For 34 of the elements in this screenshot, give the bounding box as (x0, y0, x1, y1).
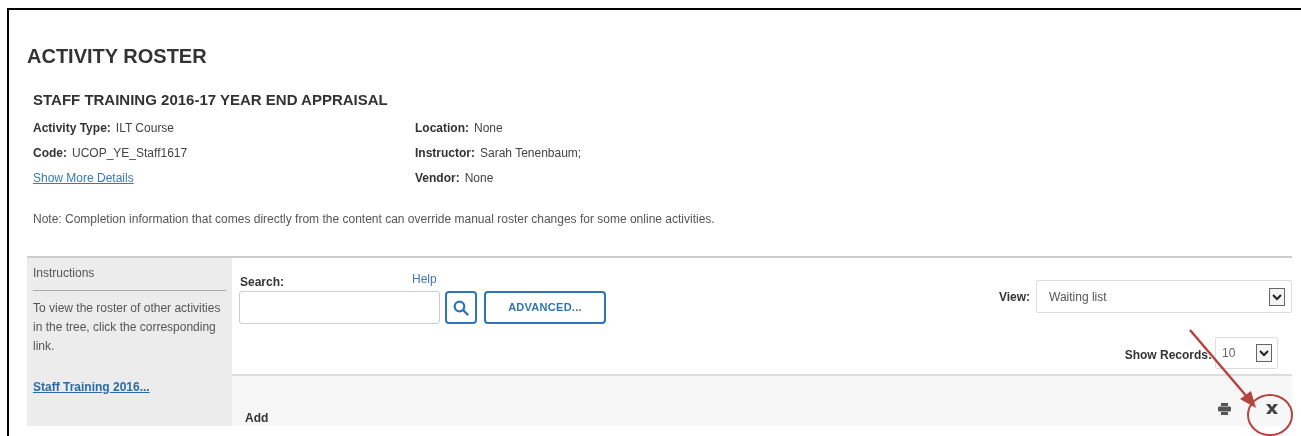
sidebar-heading: Instructions (33, 258, 226, 291)
field-value: ILT Course (115, 120, 175, 137)
activity-link[interactable]: Staff Training 2016... (33, 378, 150, 396)
chevron-down-icon (1256, 344, 1272, 362)
search-button[interactable] (445, 291, 477, 324)
field-value: Sarah Tenenbaum; (480, 145, 582, 162)
annotation-circle (1247, 394, 1293, 436)
add-label: Add (245, 410, 269, 427)
field-label: Code: (33, 145, 67, 162)
show-records-label: Show Records: (1124, 347, 1212, 364)
print-icon[interactable] (1218, 403, 1231, 415)
instructions-text: To view the roster of other activities in the tree, click the corresponding link. (33, 300, 222, 355)
dropdown-value: Waiting list (1049, 288, 1107, 306)
field-label: Vendor: (415, 170, 460, 187)
field-value: None (464, 170, 494, 187)
dropdown-value: 10 (1222, 345, 1236, 362)
field-value: UCOP_YE_Staff1617 (72, 145, 188, 162)
help-link[interactable]: Help (412, 270, 437, 288)
field-label: Activity Type: (33, 120, 111, 137)
field-label: Instructor: (415, 145, 475, 162)
field-value: None (474, 120, 503, 137)
search-icon (453, 299, 469, 316)
note-text: Note: Completion information that comes directly from the content can override manual roster changes for some online activities. (33, 211, 716, 228)
search-field[interactable] (239, 291, 440, 324)
records-dropdown[interactable]: 10 (1215, 337, 1278, 369)
activity-title: STAFF TRAINING 2016-17 YEAR END APPRAISAL (33, 90, 389, 110)
page-title: ACTIVITY ROSTER (27, 44, 208, 68)
advanced-button[interactable]: ADVANCED... (484, 291, 606, 324)
search-label: Search: (240, 274, 285, 291)
show-more-details-link[interactable]: Show More Details (33, 169, 134, 188)
view-label: View: (998, 289, 1030, 306)
view-dropdown[interactable]: Waiting list (1036, 280, 1292, 313)
field-label: Location: (415, 120, 469, 137)
chevron-down-icon (1269, 287, 1285, 306)
